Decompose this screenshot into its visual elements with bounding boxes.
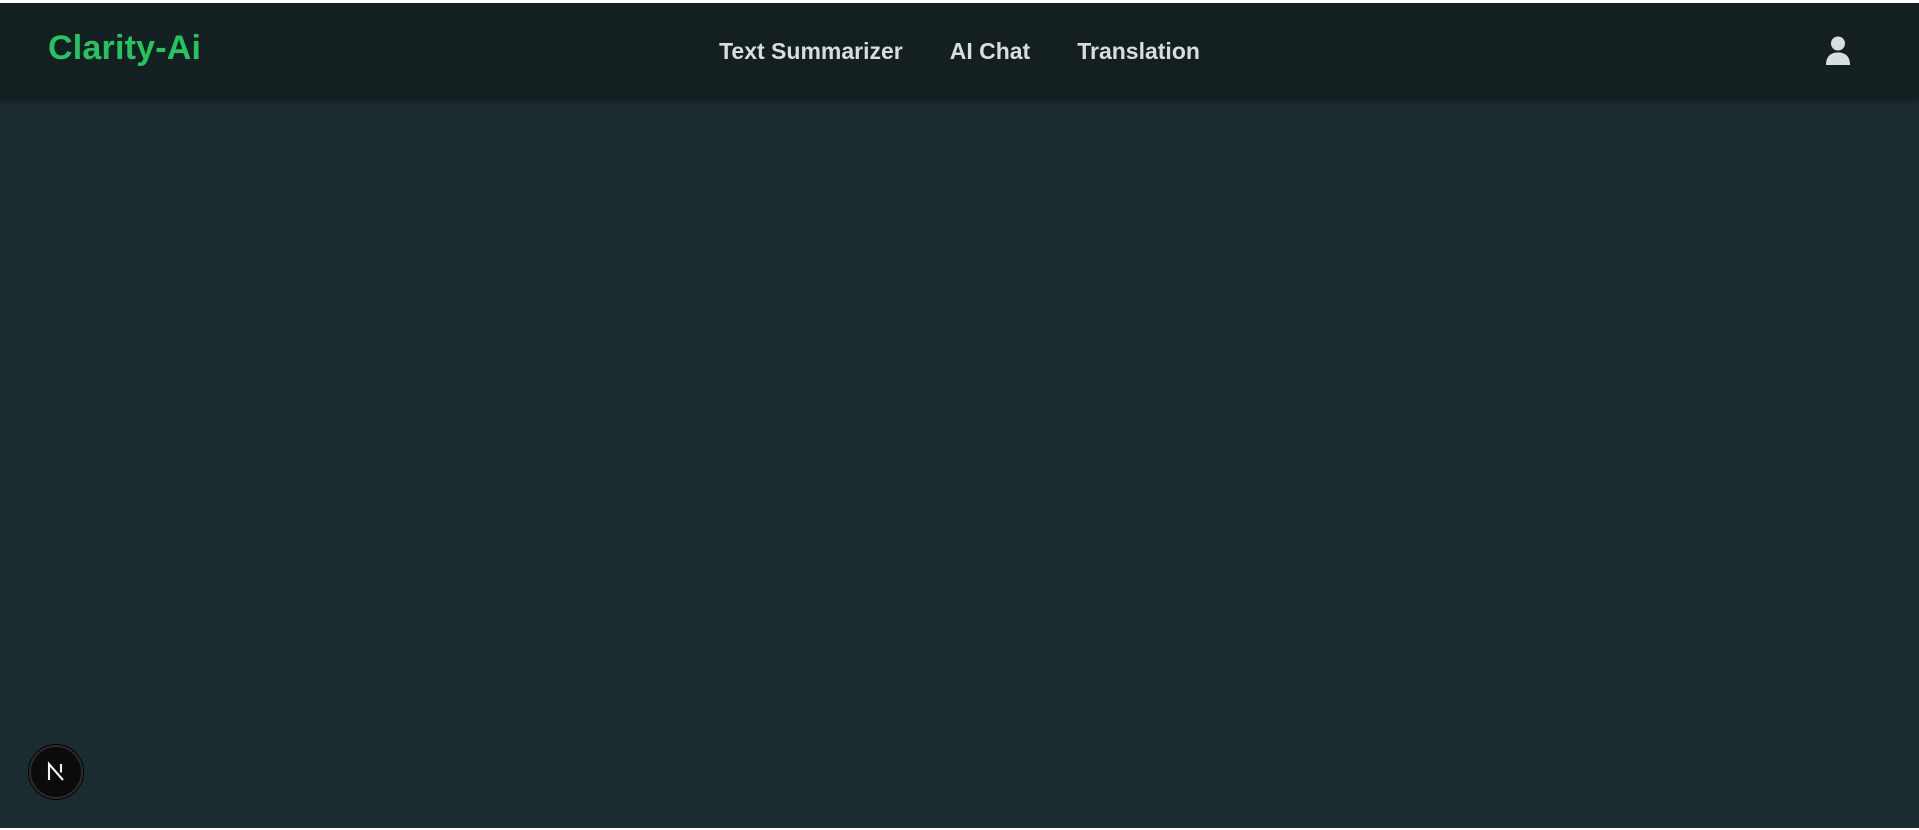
- brand-logo[interactable]: Clarity-Ai: [48, 29, 201, 68]
- main-nav: Text Summarizer AI Chat Translation: [0, 3, 1919, 99]
- app-viewport: Clarity-Ai Text Summarizer AI Chat Trans…: [0, 3, 1919, 828]
- user-icon: [1826, 36, 1850, 65]
- user-profile-button[interactable]: [1823, 35, 1853, 67]
- nav-link-text-summarizer[interactable]: Text Summarizer: [719, 38, 903, 65]
- nextjs-dev-indicator-button[interactable]: [29, 745, 83, 799]
- nav-link-translation[interactable]: Translation: [1077, 38, 1200, 65]
- nextjs-icon: [47, 761, 64, 781]
- nav-link-ai-chat[interactable]: AI Chat: [950, 38, 1031, 65]
- top-navbar: Clarity-Ai Text Summarizer AI Chat Trans…: [0, 3, 1919, 99]
